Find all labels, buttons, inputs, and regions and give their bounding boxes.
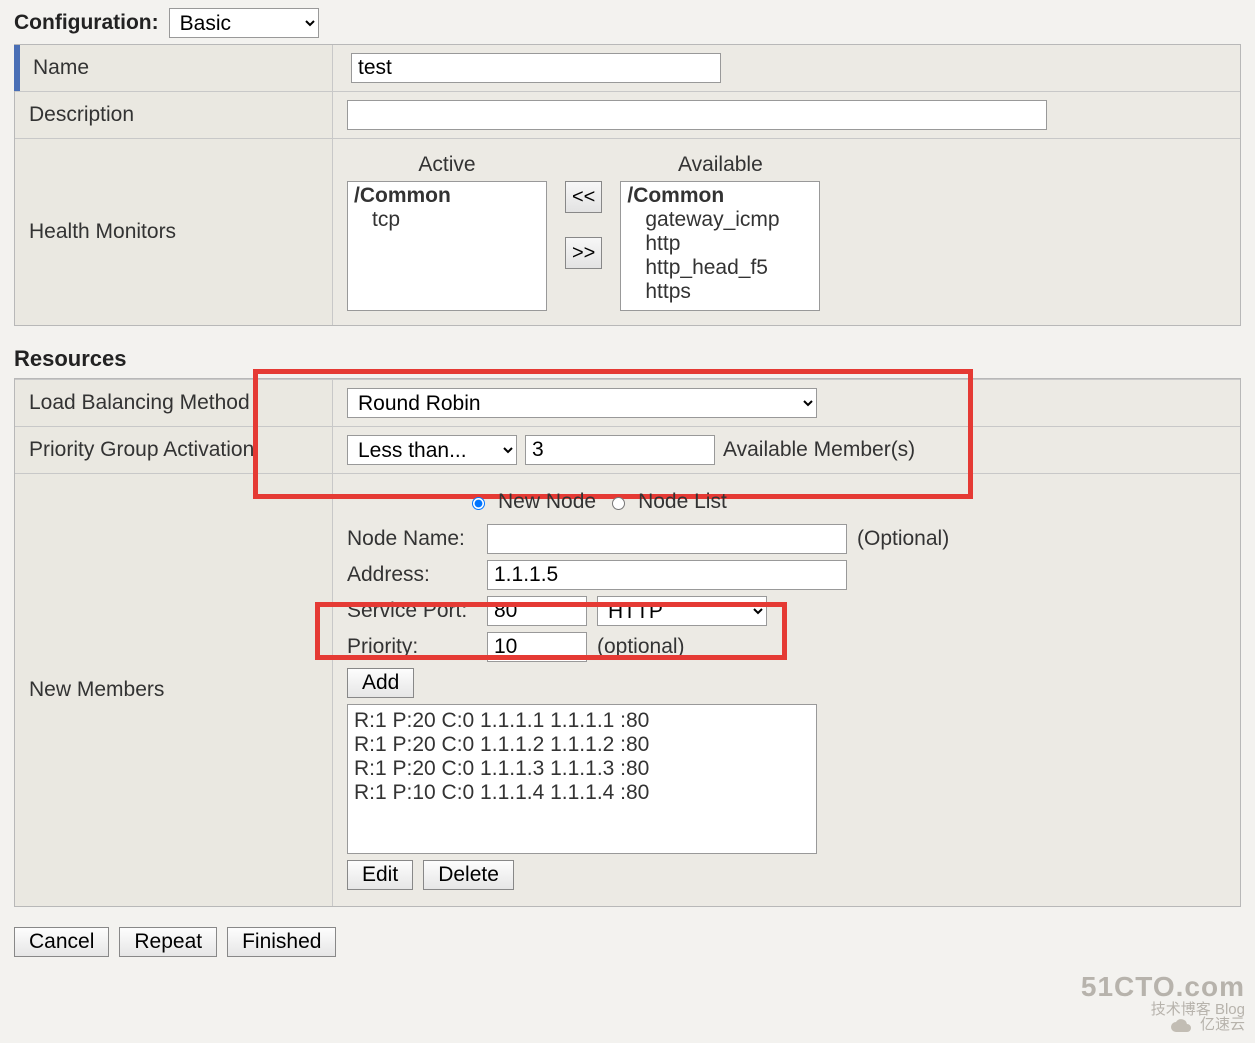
move-left-button[interactable]: << (565, 181, 602, 213)
pga-mode-select[interactable]: Less than... (347, 435, 517, 465)
port-proto-select[interactable]: HTTP (597, 596, 767, 626)
nodename-hint: (Optional) (857, 527, 949, 551)
name-input[interactable] (351, 53, 721, 83)
list-item[interactable]: R:1 P:20 C:0 1.1.1.2 1.1.1.2 :80 (354, 733, 810, 757)
port-label: Service Port: (347, 599, 477, 623)
address-input[interactable] (487, 560, 847, 590)
cloud-icon (1170, 1017, 1192, 1037)
name-label: Name (15, 45, 333, 91)
list-item[interactable]: http_head_f5 (627, 256, 813, 280)
pga-count-input[interactable] (525, 435, 715, 465)
configuration-select[interactable]: Basic (169, 8, 319, 38)
list-item[interactable]: https (627, 280, 813, 304)
new-members-label: New Members (15, 474, 333, 906)
list-item[interactable]: http (627, 232, 813, 256)
watermark-line1: 51CTO.com (1081, 972, 1245, 1001)
lbm-select[interactable]: Round Robin (347, 388, 817, 418)
health-monitors-label: Health Monitors (15, 139, 333, 325)
list-item[interactable]: R:1 P:20 C:0 1.1.1.1 1.1.1.1 :80 (354, 709, 810, 733)
finished-button[interactable]: Finished (227, 927, 336, 957)
watermark-line2: 技术博客 Blog (1081, 1002, 1245, 1018)
active-header: Active (418, 153, 475, 177)
available-group: /Common (627, 184, 813, 208)
active-listbox[interactable]: /Common tcp (347, 181, 547, 311)
list-item[interactable]: R:1 P:10 C:0 1.1.1.4 1.1.1.4 :80 (354, 781, 810, 805)
active-group: /Common (354, 184, 540, 208)
pga-suffix: Available Member(s) (723, 438, 915, 462)
node-list-radio[interactable] (612, 497, 625, 510)
new-node-radio[interactable] (472, 497, 485, 510)
configuration-label: Configuration: (14, 11, 159, 35)
description-label: Description (15, 92, 333, 138)
move-right-button[interactable]: >> (565, 237, 602, 269)
lbm-label: Load Balancing Method (15, 380, 333, 426)
list-item[interactable]: tcp (354, 208, 540, 232)
members-listbox[interactable]: R:1 P:20 C:0 1.1.1.1 1.1.1.1 :80 R:1 P:2… (347, 704, 817, 854)
resources-title: Resources (14, 346, 1241, 372)
list-item[interactable]: gateway_icmp (627, 208, 813, 232)
watermark: 51CTO.com 技术博客 Blog 亿速云 (1081, 972, 1245, 1037)
watermark-line3: 亿速云 (1200, 1016, 1245, 1033)
address-label: Address: (347, 563, 477, 587)
delete-button[interactable]: Delete (423, 860, 514, 890)
available-listbox[interactable]: /Common gateway_icmp http http_head_f5 h… (620, 181, 820, 311)
repeat-button[interactable]: Repeat (119, 927, 217, 957)
new-node-label: New Node (498, 490, 596, 514)
edit-button[interactable]: Edit (347, 860, 413, 890)
list-item[interactable]: R:1 P:20 C:0 1.1.1.3 1.1.1.3 :80 (354, 757, 810, 781)
priority-input[interactable] (487, 632, 587, 662)
nodename-input[interactable] (487, 524, 847, 554)
nodename-label: Node Name: (347, 527, 477, 551)
cancel-button[interactable]: Cancel (14, 927, 109, 957)
port-input[interactable] (487, 596, 587, 626)
node-list-label: Node List (638, 490, 727, 514)
description-input[interactable] (347, 100, 1047, 130)
add-button[interactable]: Add (347, 668, 414, 698)
pga-label: Priority Group Activation (15, 427, 333, 473)
priority-label: Priority: (347, 635, 477, 659)
available-header: Available (678, 153, 763, 177)
priority-hint: (optional) (597, 635, 685, 659)
